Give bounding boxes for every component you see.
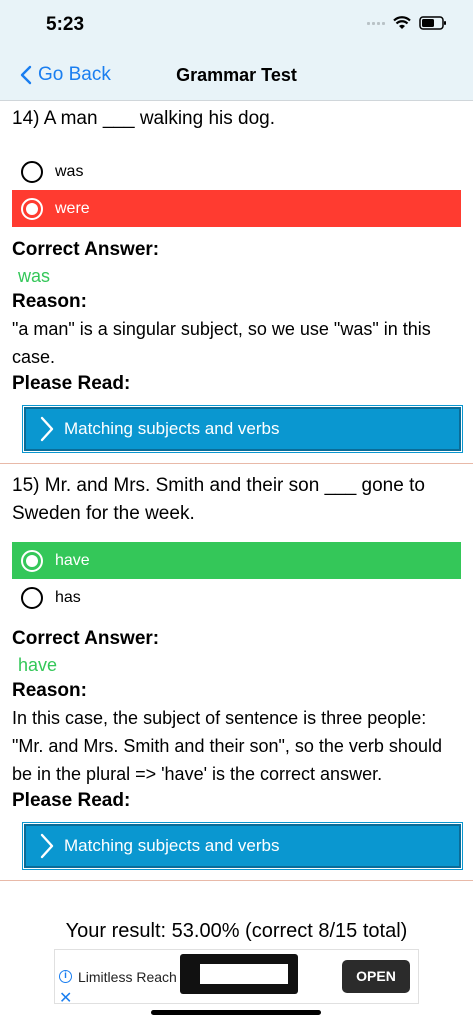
radio-unselected-icon: [21, 586, 43, 609]
radio-unselected-icon: [21, 160, 43, 183]
option-was[interactable]: was: [12, 153, 473, 190]
cellular-signal-icon: [367, 21, 385, 25]
status-icons: [367, 16, 447, 30]
status-bar: 5:23: [0, 0, 473, 52]
correct-answer-value: was: [18, 266, 51, 286]
option-label: was: [55, 162, 84, 180]
read-link-button[interactable]: Matching subjects and verbs: [22, 405, 463, 453]
radio-selected-icon: [21, 197, 43, 220]
radio-selected-icon: [21, 549, 43, 572]
chevron-right-icon: [40, 833, 54, 859]
read-link-label: Matching subjects and verbs: [64, 836, 280, 855]
reason-heading: Reason:: [12, 291, 87, 312]
navigation-bar: Go Back Grammar Test: [0, 52, 473, 101]
read-link-label: Matching subjects and verbs: [64, 419, 280, 438]
wifi-icon: [393, 16, 411, 29]
question-card-15: 15) Mr. and Mrs. Smith and their son ___…: [0, 464, 473, 881]
question-card-14: 14) A man ___ walking his dog. was were …: [0, 101, 473, 464]
read-link-button[interactable]: Matching subjects and verbs: [22, 822, 463, 870]
ad-open-button[interactable]: OPEN: [342, 960, 410, 993]
info-icon[interactable]: i: [59, 970, 72, 983]
battery-icon: [419, 16, 446, 30]
results-list: 14) A man ___ walking his dog. was were …: [0, 101, 473, 881]
option-has[interactable]: has: [12, 579, 473, 616]
ad-banner[interactable]: i Limitless Reach ✕ OPEN: [54, 949, 419, 1007]
correct-answer-heading: Correct Answer:: [12, 628, 160, 649]
close-icon[interactable]: ✕: [59, 988, 72, 1008]
chevron-right-icon: [40, 416, 54, 442]
question-text: 14) A man ___ walking his dog.: [12, 108, 276, 129]
ad-text: Limitless Reach: [78, 969, 177, 985]
divider: [0, 880, 473, 881]
option-label: has: [55, 588, 81, 606]
home-indicator: [151, 1010, 321, 1015]
status-time: 5:23: [46, 14, 85, 35]
page-title: Grammar Test: [176, 65, 297, 85]
please-read-heading: Please Read:: [12, 373, 131, 394]
question-text: 15) Mr. and Mrs. Smith and their son ___…: [12, 475, 425, 524]
reason-text: "a man" is a singular subject, so we use…: [12, 319, 431, 367]
result-summary: Your result: 53.00% (correct 8/15 total): [65, 920, 408, 942]
reason-heading: Reason:: [12, 680, 87, 701]
correct-answer-value: have: [18, 655, 58, 675]
option-have-correct[interactable]: have: [12, 542, 461, 579]
ad-image: [180, 954, 298, 994]
reason-text: In this case, the subject of sentence is…: [12, 708, 442, 784]
option-were-wrong[interactable]: were: [12, 190, 461, 227]
option-label: were: [55, 199, 90, 217]
correct-answer-heading: Correct Answer:: [12, 239, 160, 260]
please-read-heading: Please Read:: [12, 790, 131, 811]
option-label: have: [55, 551, 90, 569]
